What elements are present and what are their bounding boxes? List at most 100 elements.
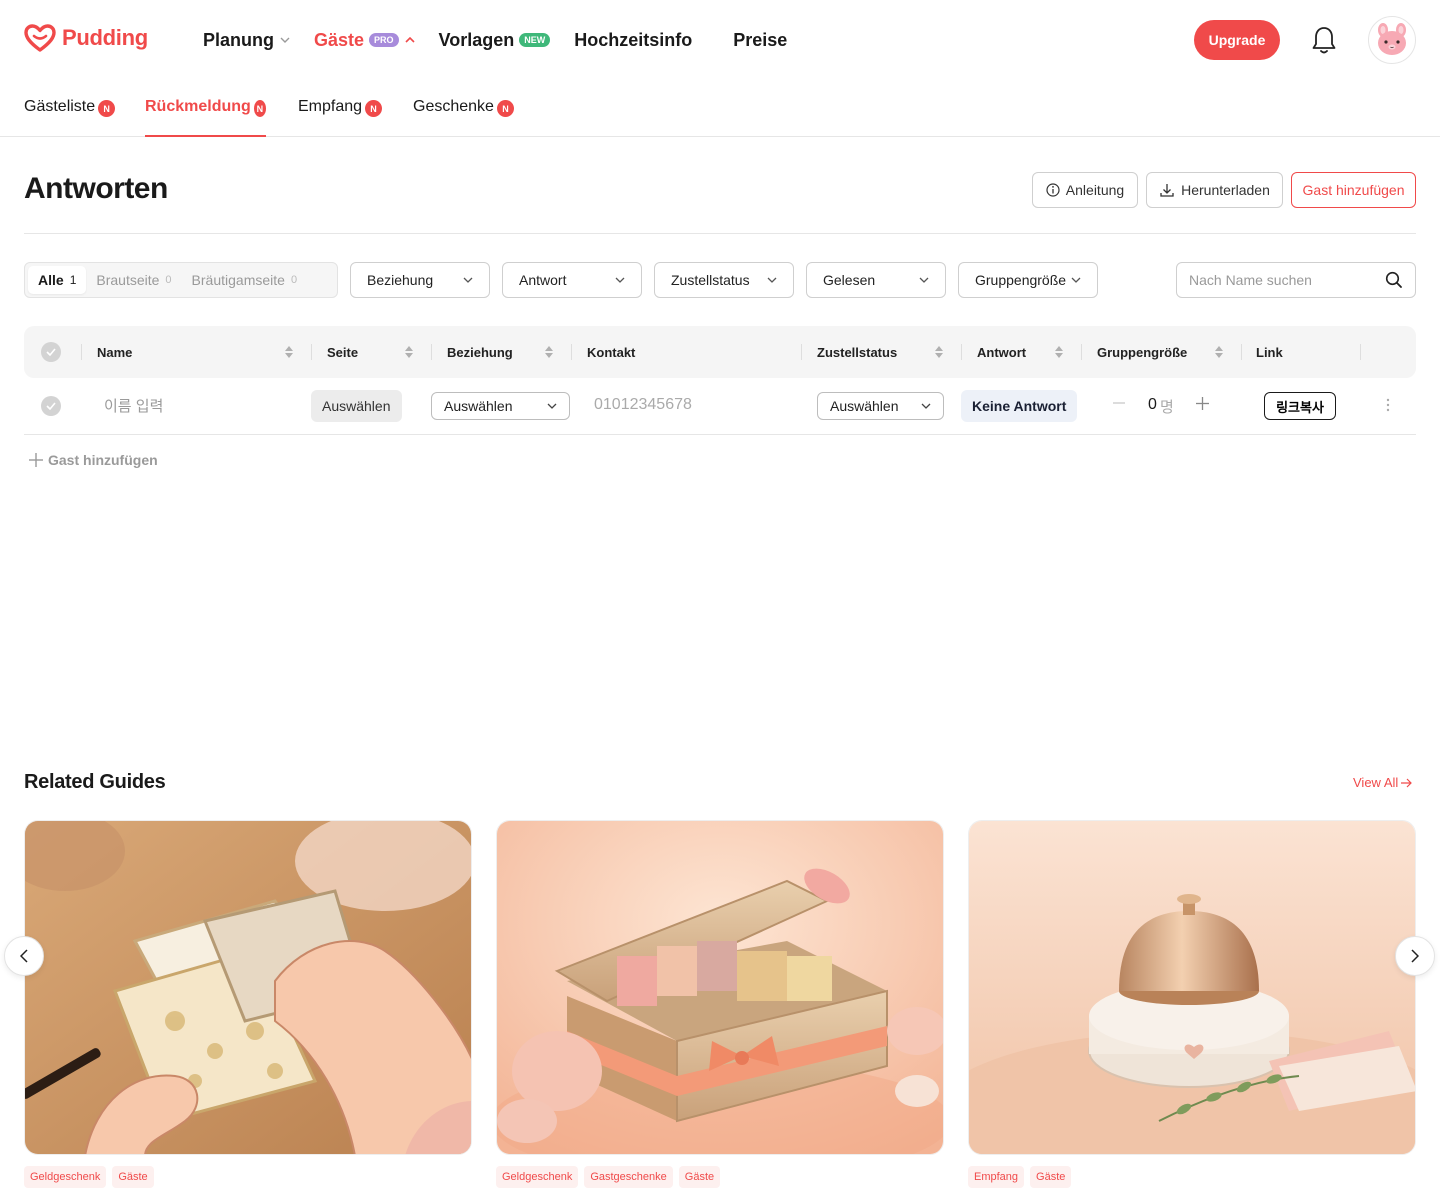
title-divider: [24, 233, 1416, 234]
search-box: [1176, 262, 1416, 298]
sort-icon[interactable]: [284, 345, 294, 359]
tag[interactable]: Empfang: [968, 1166, 1025, 1188]
column-header-answer[interactable]: Antwort: [977, 326, 1026, 378]
new-dot-badge: N: [253, 100, 266, 117]
tab-geschenke[interactable]: Geschenke N: [413, 98, 514, 137]
relation-select[interactable]: Auswählen: [431, 392, 570, 420]
related-guides-title: Related Guides: [24, 771, 166, 793]
dropdown-label: Beziehung: [367, 272, 434, 288]
sort-icon[interactable]: [544, 345, 554, 359]
sort-icon[interactable]: [1054, 345, 1064, 359]
tag[interactable]: Gäste: [1030, 1166, 1072, 1188]
heart-logo-icon: [24, 24, 56, 52]
chevron-down-icon: [615, 277, 625, 283]
view-all-link[interactable]: View All: [1353, 775, 1413, 790]
segment-count: 0: [290, 274, 298, 286]
select-all-checkbox[interactable]: [41, 326, 61, 378]
chevron-down-icon: [919, 277, 929, 283]
add-guest-row-button[interactable]: Gast hinzufügen: [29, 452, 158, 468]
tag[interactable]: Gäste: [678, 1166, 721, 1188]
tab-label: Rückmeldung: [145, 98, 251, 115]
download-label: Herunterladen: [1181, 182, 1270, 198]
dropdown-label: Gruppengröße: [975, 272, 1067, 288]
plus-icon[interactable]: [1196, 397, 1209, 410]
name-input[interactable]: 이름 입력: [104, 395, 163, 416]
filter-answer-dropdown[interactable]: Antwort: [502, 262, 642, 298]
nav-item-hochzeitsinfo[interactable]: Hochzeitsinfo: [574, 30, 692, 51]
filter-relation-dropdown[interactable]: Beziehung: [350, 262, 490, 298]
sort-icon[interactable]: [404, 345, 414, 359]
dropdown-label: Zustellstatus: [671, 272, 750, 288]
new-dot-badge: N: [496, 100, 514, 117]
filter-delivery-dropdown[interactable]: Zustellstatus: [654, 262, 794, 298]
segment-bride-side[interactable]: Brautseite 0: [86, 266, 181, 294]
copy-link-button[interactable]: 링크복사: [1264, 392, 1336, 420]
tag[interactable]: Geldgeschenk: [24, 1166, 107, 1188]
side-segmented-control: Alle 1 Brautseite 0 Bräutigamseite 0: [24, 262, 338, 298]
add-guest-row-label: Gast hinzufügen: [48, 452, 158, 468]
delivery-status-select[interactable]: Auswählen: [817, 392, 944, 420]
tag[interactable]: Geldgeschenk: [496, 1166, 579, 1188]
bell-icon[interactable]: [1310, 24, 1338, 56]
add-guest-button[interactable]: Gast hinzufügen: [1291, 172, 1416, 208]
guide-card-image[interactable]: [968, 820, 1416, 1155]
nav-item-planung[interactable]: Planung: [203, 30, 290, 51]
new-dot-badge: N: [98, 100, 116, 117]
answer-status-badge[interactable]: Keine Antwort: [961, 390, 1078, 422]
group-size-value[interactable]: 0: [1148, 396, 1157, 414]
segment-groom-side[interactable]: Bräutigamseite 0: [182, 266, 308, 294]
table-header: Name Seite Beziehung Kontakt Zustellstat…: [24, 326, 1416, 378]
table-row: 이름 입력 Auswählen Auswählen 01012345678 Au…: [24, 378, 1416, 435]
carousel-prev-button[interactable]: [4, 936, 44, 976]
carousel-next-button[interactable]: [1395, 936, 1435, 976]
column-header-name[interactable]: Name: [97, 326, 132, 378]
filter-group-size-dropdown[interactable]: Gruppengröße: [958, 262, 1098, 298]
guide-card-image[interactable]: [496, 820, 944, 1155]
chevron-down-icon: [280, 37, 290, 43]
guide-card-tags: Empfang Gäste: [968, 1166, 1072, 1188]
nav-item-vorlagen[interactable]: Vorlagen NEW: [439, 30, 551, 51]
tab-label: Empfang: [298, 98, 363, 115]
segment-all[interactable]: Alle 1: [28, 266, 87, 294]
nav-item-label: Preise: [733, 29, 788, 50]
nav-item-preise[interactable]: Preise: [733, 30, 787, 51]
upgrade-button[interactable]: Upgrade: [1194, 20, 1280, 60]
new-dot-badge: N: [365, 100, 383, 117]
nav-item-label: Hochzeitsinfo: [574, 29, 693, 50]
column-header-side[interactable]: Seite: [327, 326, 358, 378]
column-divider: [571, 344, 572, 360]
sort-icon[interactable]: [934, 345, 944, 359]
row-checkbox[interactable]: [41, 396, 61, 416]
side-select-button[interactable]: Auswählen: [311, 390, 402, 422]
avatar[interactable]: [1368, 16, 1416, 64]
check-circle-icon: [41, 396, 61, 416]
guide-card-tags: Geldgeschenk Gäste: [24, 1166, 154, 1188]
column-header-delivery[interactable]: Zustellstatus: [817, 326, 897, 378]
sub-tabs: Gästeliste N Rückmeldung N Empfang N Ges…: [0, 80, 1440, 137]
guide-button[interactable]: Anleitung: [1032, 172, 1138, 208]
search-input[interactable]: [1189, 272, 1379, 288]
tab-empfang[interactable]: Empfang N: [298, 98, 383, 137]
brand-name: Pudding: [62, 25, 148, 50]
tag[interactable]: Gastgeschenke: [584, 1166, 673, 1188]
column-divider: [1081, 344, 1082, 360]
tag[interactable]: Gäste: [112, 1166, 154, 1188]
tab-rueckmeldung[interactable]: Rückmeldung N: [145, 98, 266, 137]
guide-label: Anleitung: [1065, 182, 1125, 198]
guide-card-image[interactable]: [24, 820, 472, 1155]
search-icon[interactable]: [1385, 271, 1403, 289]
segment-label: Brautseite: [96, 272, 160, 288]
chevron-up-icon: [404, 37, 415, 43]
contact-input[interactable]: 01012345678: [594, 396, 692, 414]
tab-gaesteliste[interactable]: Gästeliste N: [24, 98, 116, 137]
column-header-relation[interactable]: Beziehung: [447, 326, 513, 378]
sort-icon[interactable]: [1214, 345, 1224, 359]
nav-item-gaeste[interactable]: Gäste PRO: [314, 30, 415, 51]
brand-logo[interactable]: Pudding: [24, 24, 148, 52]
info-icon: [1046, 183, 1060, 197]
download-button[interactable]: Herunterladen: [1146, 172, 1283, 208]
more-options-icon[interactable]: [1386, 398, 1390, 412]
column-header-group-size[interactable]: Gruppengröße: [1097, 326, 1187, 378]
minus-icon[interactable]: [1113, 397, 1125, 409]
filter-read-dropdown[interactable]: Gelesen: [806, 262, 946, 298]
